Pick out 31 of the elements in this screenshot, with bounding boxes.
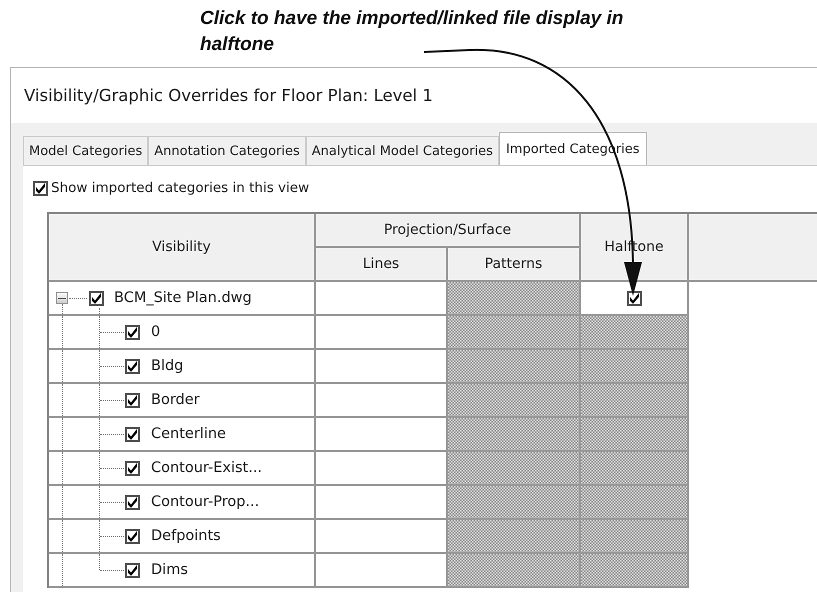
tree-item-label: 0 bbox=[151, 324, 160, 340]
checkbox-label: Show imported categories in this view bbox=[51, 180, 310, 196]
checkbox[interactable] bbox=[125, 528, 140, 544]
checkbox[interactable] bbox=[626, 290, 642, 306]
checkbox[interactable] bbox=[125, 426, 140, 442]
tree-item-label: Defpoints bbox=[151, 528, 221, 544]
tab[interactable]: Annotation Categories bbox=[148, 136, 306, 165]
column-header: Projection/Surface bbox=[316, 214, 581, 248]
tab[interactable]: Model Categories bbox=[23, 136, 148, 165]
tree-item-label: Contour-Prop... bbox=[151, 494, 260, 510]
tree-item-label: Border bbox=[151, 392, 200, 408]
checkbox[interactable] bbox=[125, 494, 140, 510]
tree-item-label: Centerline bbox=[151, 426, 226, 442]
checkbox[interactable] bbox=[125, 392, 140, 408]
tree-item-label: BCM_Site Plan.dwg bbox=[114, 290, 252, 306]
checkbox[interactable] bbox=[125, 324, 140, 340]
checkbox[interactable] bbox=[125, 562, 140, 578]
callout-text: Click to have the imported/linked file display in halftone bbox=[200, 7, 624, 57]
checkbox[interactable] bbox=[33, 180, 48, 196]
checkbox[interactable] bbox=[125, 358, 140, 374]
tree-item-label: Contour-Exist... bbox=[151, 460, 262, 476]
column-header: Visibility bbox=[49, 214, 316, 282]
collapse-toggle[interactable] bbox=[56, 292, 68, 304]
column-header: Lines bbox=[316, 248, 448, 282]
column-header: Patterns bbox=[448, 248, 581, 282]
window-title: Visibility/Graphic Overrides for Floor Plan: Level 1 bbox=[11, 68, 817, 123]
tab[interactable]: Analytical Model Categories bbox=[306, 136, 499, 165]
tree-item-label: Bldg bbox=[151, 358, 184, 374]
tree-item-label: Dims bbox=[151, 562, 188, 578]
checkbox[interactable] bbox=[125, 460, 140, 476]
checkbox[interactable] bbox=[89, 290, 104, 306]
